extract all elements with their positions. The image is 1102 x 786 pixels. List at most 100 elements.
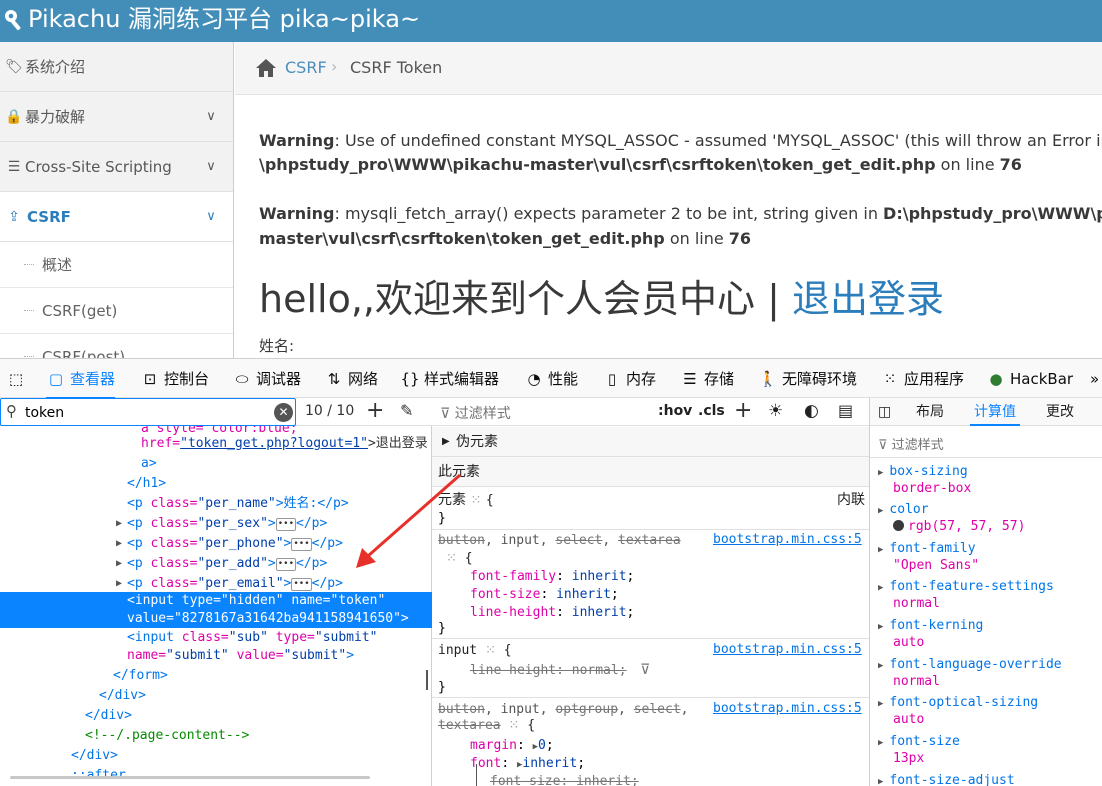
tree-line[interactable]: ▶ <p class="per_sex"> ••• </p> [0,514,432,534]
add-node-button[interactable]: + [366,398,384,423]
collapsed-content-icon[interactable]: ••• [275,558,296,571]
sidebar-item-csrf[interactable]: ⇪ CSRF ∨ [0,192,233,242]
tree-line[interactable]: href="token_get.php?logout=1">退出登录 [0,434,432,454]
sidebar-subitem-csrf-get[interactable]: CSRF(get) [0,288,233,334]
eyedropper-icon[interactable]: ✎ [400,401,413,420]
selector-part: optgroup [555,702,619,717]
tab-application[interactable]: ⁙ 应用程序 [880,359,964,399]
sidebar-item-xss[interactable]: ☰ Cross-Site Scripting ∨ [0,142,233,192]
expand-triangle-icon[interactable]: ▶ [116,574,122,594]
tree-line[interactable]: a> [0,454,432,474]
collapsed-content-icon[interactable]: ••• [275,518,296,531]
sidebar-subitem-overview[interactable]: 概述 [0,242,233,288]
tree-line[interactable]: </h1> [0,474,432,494]
tab-memory[interactable]: ▯ 内存 [602,359,656,399]
breadcrumb-link-csrf[interactable]: CSRF [285,58,327,77]
tab-storage[interactable]: ☰ 存储 [680,359,734,399]
tab-accessibility[interactable]: 🚶 无障碍环境 [758,359,857,399]
rule-source-link[interactable]: bootstrap.min.css:5 [713,532,862,547]
tree-line[interactable]: <!--/.page-content--> [0,726,432,746]
search-result-count: 10 / 10 [305,403,355,419]
property-value: 13px [893,751,925,766]
vertical-scrollbar[interactable] [426,670,428,690]
tree-line[interactable]: <p class="per_name">姓名:</p> [0,494,432,514]
hover-state-button[interactable]: :hov [658,403,692,419]
attr-name: href= [141,436,181,451]
computed-property[interactable]: ▶ font-size-adjust [878,773,1015,786]
property-value: inherit [522,756,578,771]
tree-line[interactable]: </form> [0,666,432,686]
tab-computed[interactable]: 计算值 [970,398,1020,426]
color-swatch-icon[interactable] [893,520,904,531]
dark-theme-icon[interactable]: ◐ [804,401,819,421]
class-toggle-button[interactable]: .cls [698,403,725,419]
clear-search-icon[interactable]: ✕ [274,403,293,422]
collapsed-content-icon[interactable]: ••• [291,538,312,551]
rule-declaration[interactable]: font-size: inherit; [470,586,619,604]
selected-token-node[interactable]: <input type="hidden" name="token" value=… [0,592,432,628]
computed-property[interactable]: ▶ font-kerning auto [878,618,983,651]
pick-element-button[interactable]: ⬚ [6,359,30,399]
logout-link[interactable]: 退出登录 [792,277,944,321]
computed-filter-field[interactable]: ⊽ 过滤样式 [878,434,944,453]
print-media-icon[interactable]: ▤ [838,401,853,420]
overridden-declaration[interactable]: line-height: normal; [470,662,627,680]
tab-changes[interactable]: 更改 [1046,398,1074,426]
rule-selector: 元素 [438,492,466,508]
tab-performance[interactable]: ◔ 性能 [524,359,578,399]
tree-line[interactable]: <input class="sub" type="submit" [0,628,432,648]
expand-triangle-icon[interactable]: ▶ [116,514,122,534]
tree-line[interactable]: ▶ <p class="per_add"> ••• </p> [0,554,432,574]
breadcrumb-separator: › [331,57,338,76]
filter-styles-field[interactable]: ⊽ 过滤样式 [440,403,511,423]
expand-triangle-icon: ▶ [878,583,884,593]
rule-declaration[interactable]: line-height: inherit; [470,604,634,622]
search-input[interactable] [25,403,265,423]
rule-source-link[interactable]: bootstrap.min.css:5 [713,701,862,716]
add-rule-button[interactable]: + [734,398,752,423]
computed-property[interactable]: ▶ font-size 13px [878,734,960,767]
computed-property[interactable]: ▶ font-feature-settings normal [878,579,1054,612]
tab-hackbar[interactable]: ● HackBar [986,359,1073,399]
expand-triangle-icon[interactable]: ▶ [116,534,122,554]
expand-triangle-icon[interactable]: ▶ [116,554,122,574]
more-tabs-button[interactable]: » [1090,359,1099,399]
light-theme-icon[interactable]: ☀ [768,401,783,421]
filter-icon[interactable]: ⊽ [640,661,650,679]
tree-line[interactable]: ▶ <p class="per_phone"> ••• </p> [0,534,432,554]
tab-layout[interactable]: 布局 [916,398,944,426]
home-icon[interactable] [255,58,277,78]
toggle-sidebar-icon[interactable]: ◫ [878,398,891,426]
tab-style-editor[interactable]: {} 样式编辑器 [400,359,499,399]
overridden-declaration[interactable]: font-size: inherit; [490,773,639,786]
tree-line[interactable]: </div> [0,746,432,766]
sidebar-item-bruteforce[interactable]: 🔒 暴力破解 ∨ [0,92,233,142]
tab-console[interactable]: ⊡ 控制台 [140,359,209,399]
computed-property[interactable]: ▶ box-sizing border-box [878,464,971,497]
computed-property[interactable]: ▶ font-language-override normal [878,657,1062,690]
tab-network[interactable]: ⇅ 网络 [324,359,378,399]
tab-label: 查看器 [70,370,116,388]
tab-debugger[interactable]: ⬭ 调试器 [232,359,301,399]
computed-property[interactable]: ▶ font-family "Open Sans" [878,541,979,574]
rule-divider [432,638,869,639]
rule-declaration[interactable]: margin: ▶0; [470,737,554,756]
rule-declaration[interactable]: font: ▶inherit; [470,755,585,774]
wrench-icon [5,10,21,31]
tree-line[interactable]: </div> [0,706,432,726]
tree-line[interactable]: </div> [0,686,432,706]
warning-text: : mysqli_fetch_array() expects parameter… [334,204,884,223]
rule-source-link[interactable]: bootstrap.min.css:5 [713,642,862,657]
horizontal-scrollbar[interactable] [10,776,370,779]
tree-line[interactable]: name="submit" value="submit"> [0,646,432,666]
attr-value[interactable]: "token_get.php?logout=1" [180,436,368,451]
element-rule-selector: 元素 ⁙ { [438,492,494,508]
pseudo-elements-section[interactable]: ▶ 伪元素 [432,427,869,457]
collapsed-content-icon[interactable]: ••• [291,578,312,591]
property-name: font-size-adjust [889,773,1015,786]
rule-declaration[interactable]: font-family: inherit; [470,568,634,586]
computed-property[interactable]: ▶ font-optical-sizing auto [878,695,1038,728]
tab-inspector[interactable]: ▢ 查看器 [46,359,116,399]
computed-property[interactable]: ▶ color rgb(57, 57, 57) [878,502,1025,535]
sidebar-item-intro[interactable]: 🏷 系统介绍 [0,42,233,92]
